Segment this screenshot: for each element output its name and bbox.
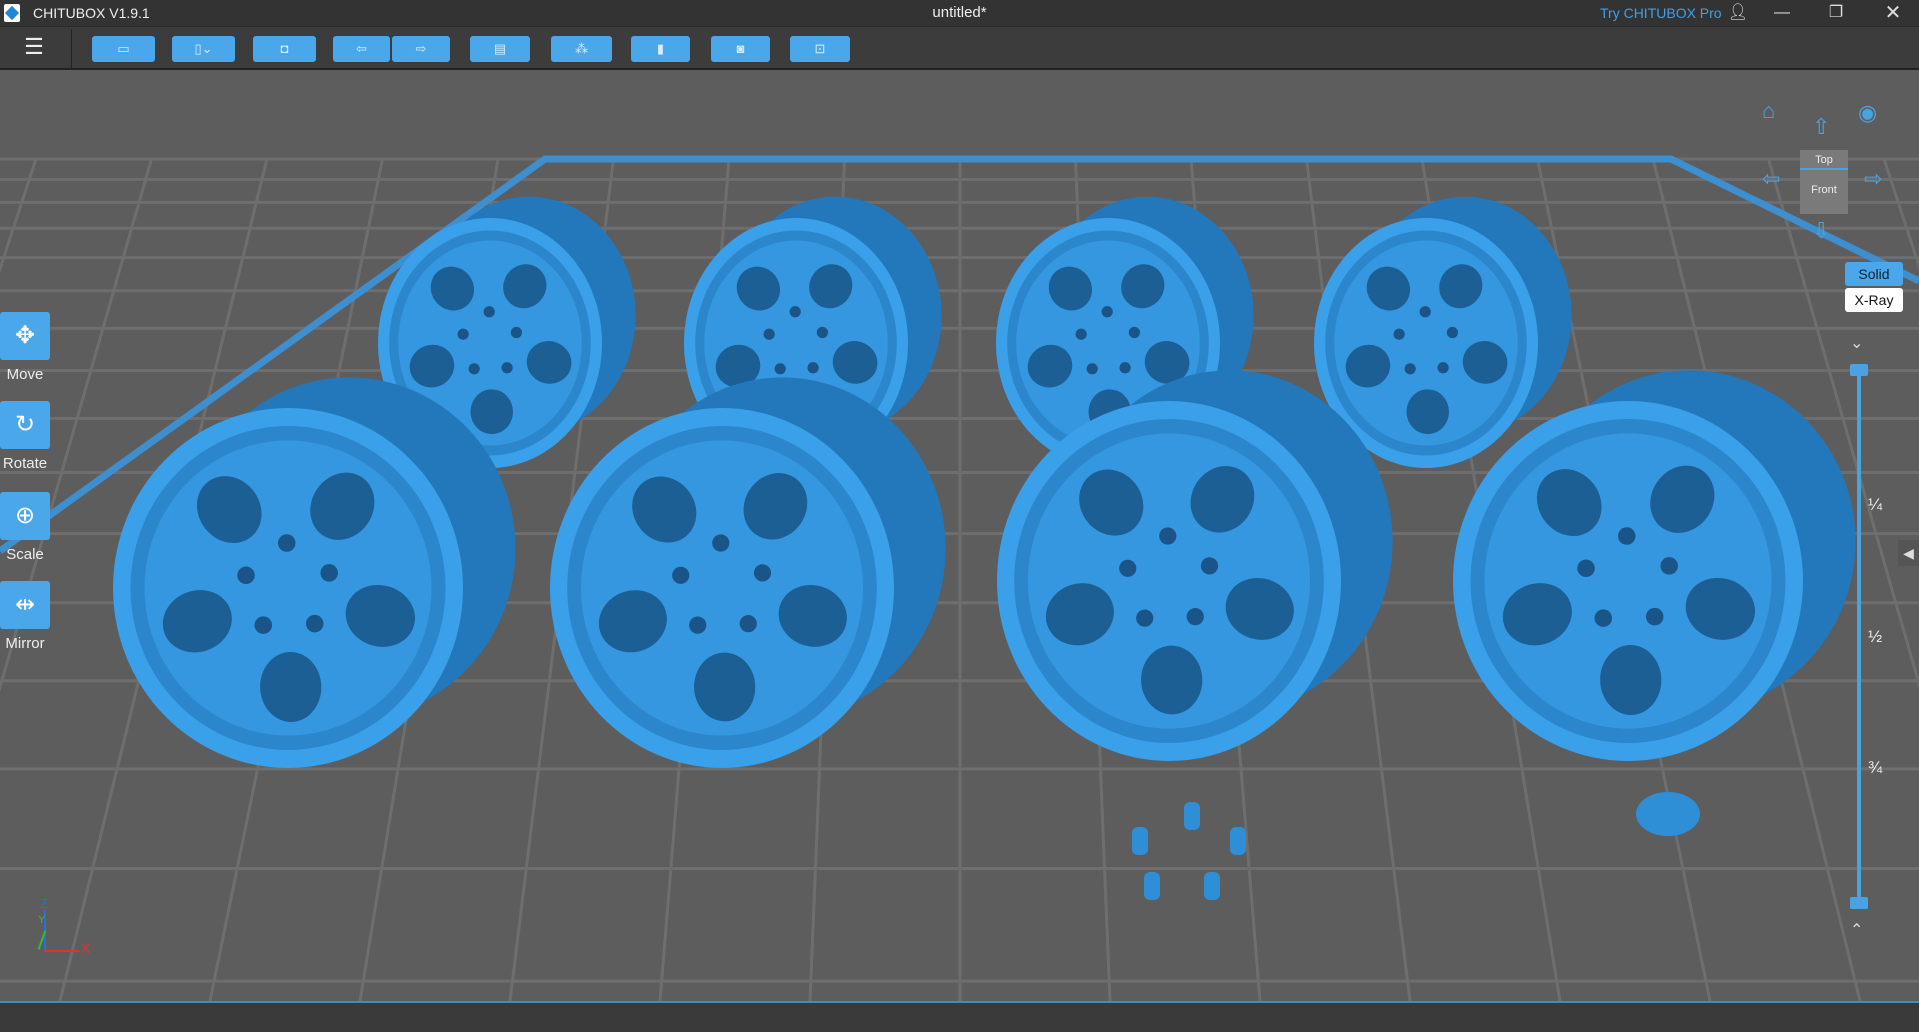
center-cap-model[interactable] [1636, 792, 1700, 836]
scene-canvas[interactable] [0, 71, 1919, 1002]
view-cube-top[interactable]: Top [1800, 150, 1848, 170]
lug-nut-model[interactable] [1184, 802, 1200, 830]
open-file-button[interactable]: ▭ [92, 36, 155, 62]
3d-viewport[interactable] [0, 71, 1919, 1002]
scale-label: Scale [6, 546, 44, 563]
list-button[interactable]: ▤ [470, 36, 530, 62]
lug-nut-model[interactable] [1204, 872, 1220, 900]
mirror-tool[interactable]: ⇹ Mirror [0, 581, 50, 652]
user-icon[interactable]: 👤︎ [1718, 0, 1758, 26]
save-button[interactable]: ▯⌄ [172, 36, 235, 62]
screenshot-icon: ◘ [280, 41, 289, 56]
try-pro-link[interactable]: Try CHITUBOX Pro [1600, 5, 1722, 21]
rotate-tool[interactable]: ↻ Rotate [0, 401, 50, 472]
move-tool[interactable]: ✥ Move [0, 312, 50, 383]
wheel-model[interactable] [113, 377, 516, 768]
rotate-icon[interactable]: ↻ [0, 401, 50, 449]
axis-z-label: Z [40, 896, 48, 911]
hollow-button[interactable]: ▮ [631, 36, 690, 62]
slider-quarter-label: ¼ [1868, 495, 1883, 514]
app-logo-icon [4, 4, 20, 22]
visibility-eye-icon[interactable]: ◉ [1858, 100, 1877, 126]
supports-button[interactable]: ⁂ [551, 36, 612, 62]
screenshot-button[interactable]: ◘ [253, 36, 316, 62]
layer-slider-top-handle[interactable] [1850, 364, 1868, 376]
lug-nut-model[interactable] [1144, 872, 1160, 900]
undo-button[interactable]: ⇦ [333, 36, 390, 62]
restore-button[interactable]: ❐ [1816, 0, 1856, 26]
slider-three-quarter-label: ¾ [1868, 758, 1883, 777]
hollow-icon: ▮ [656, 41, 665, 56]
lug-nut-model[interactable] [1230, 827, 1246, 855]
supports-icon: ⁂ [575, 41, 588, 56]
lug-nut-model[interactable] [1132, 827, 1148, 855]
collapse-panel-button[interactable]: ◀ [1898, 540, 1919, 566]
mirror-label: Mirror [5, 635, 45, 652]
scale-tool[interactable]: ⊕ Scale [0, 492, 50, 563]
home-view-icon[interactable]: ⌂ [1762, 98, 1775, 124]
axis-x-label: X [81, 940, 91, 956]
rotate-down-arrow-icon[interactable]: ⇩ [1812, 218, 1830, 244]
redo-button[interactable]: ⇨ [392, 36, 450, 62]
toolbar-divider [71, 29, 72, 69]
solid-mode-button[interactable]: Solid [1845, 262, 1903, 286]
rotate-left-arrow-icon[interactable]: ⇦ [1762, 166, 1780, 192]
menu-icon[interactable]: ☰ [20, 35, 48, 61]
app-title: CHITUBOX V1.9.1 [33, 5, 150, 21]
slice-preview-icon: ◙ [736, 41, 745, 56]
title-bar: CHITUBOX V1.9.1 untitled* Try CHITUBOX P… [0, 0, 1919, 26]
minimize-button[interactable]: — [1762, 0, 1802, 26]
wheel-model[interactable] [550, 377, 946, 768]
redo-icon: ⇨ [415, 41, 427, 56]
chevron-down-icon[interactable]: ⌄ [1850, 333, 1863, 353]
slider-half-label: ½ [1868, 627, 1883, 646]
wheel-model[interactable] [1314, 196, 1572, 468]
move-icon[interactable]: ✥ [0, 312, 50, 360]
settings-icon: ⊡ [814, 41, 826, 56]
move-label: Move [6, 366, 44, 383]
layer-slider-bottom-handle[interactable] [1850, 897, 1868, 909]
rotate-right-arrow-icon[interactable]: ⇨ [1864, 166, 1882, 192]
view-cube-front[interactable]: Front [1800, 170, 1848, 210]
mirror-icon[interactable]: ⇹ [0, 581, 50, 629]
undo-icon: ⇦ [356, 41, 367, 56]
close-button[interactable]: ✕ [1873, 0, 1913, 26]
slice-preview-button[interactable]: ◙ [711, 36, 770, 62]
view-cube[interactable]: Top Front [1800, 150, 1848, 214]
axis-indicator: Z Y X [36, 896, 96, 960]
scale-icon[interactable]: ⊕ [0, 492, 50, 540]
rotate-up-arrow-icon[interactable]: ⇧ [1812, 114, 1830, 140]
list-icon: ▤ [493, 41, 507, 56]
rotate-label: Rotate [2, 455, 48, 472]
xray-mode-button[interactable]: X-Ray [1845, 288, 1903, 312]
axis-y-label: Y [38, 914, 46, 926]
status-bar [0, 1001, 1919, 1032]
open-file-icon: ▭ [117, 41, 130, 56]
settings-button[interactable]: ⊡ [790, 36, 850, 62]
toolbar: ☰ ▭ ▯⌄ ◘ ⇦ ⇨ ▤ ⁂ ▮ ◙ ⊡ [0, 26, 1919, 70]
save-icon: ▯⌄ [194, 41, 213, 56]
chevron-up-icon[interactable]: ⌃ [1850, 920, 1863, 940]
wheel-model[interactable] [1453, 370, 1856, 761]
layer-slider-track[interactable] [1857, 370, 1861, 903]
